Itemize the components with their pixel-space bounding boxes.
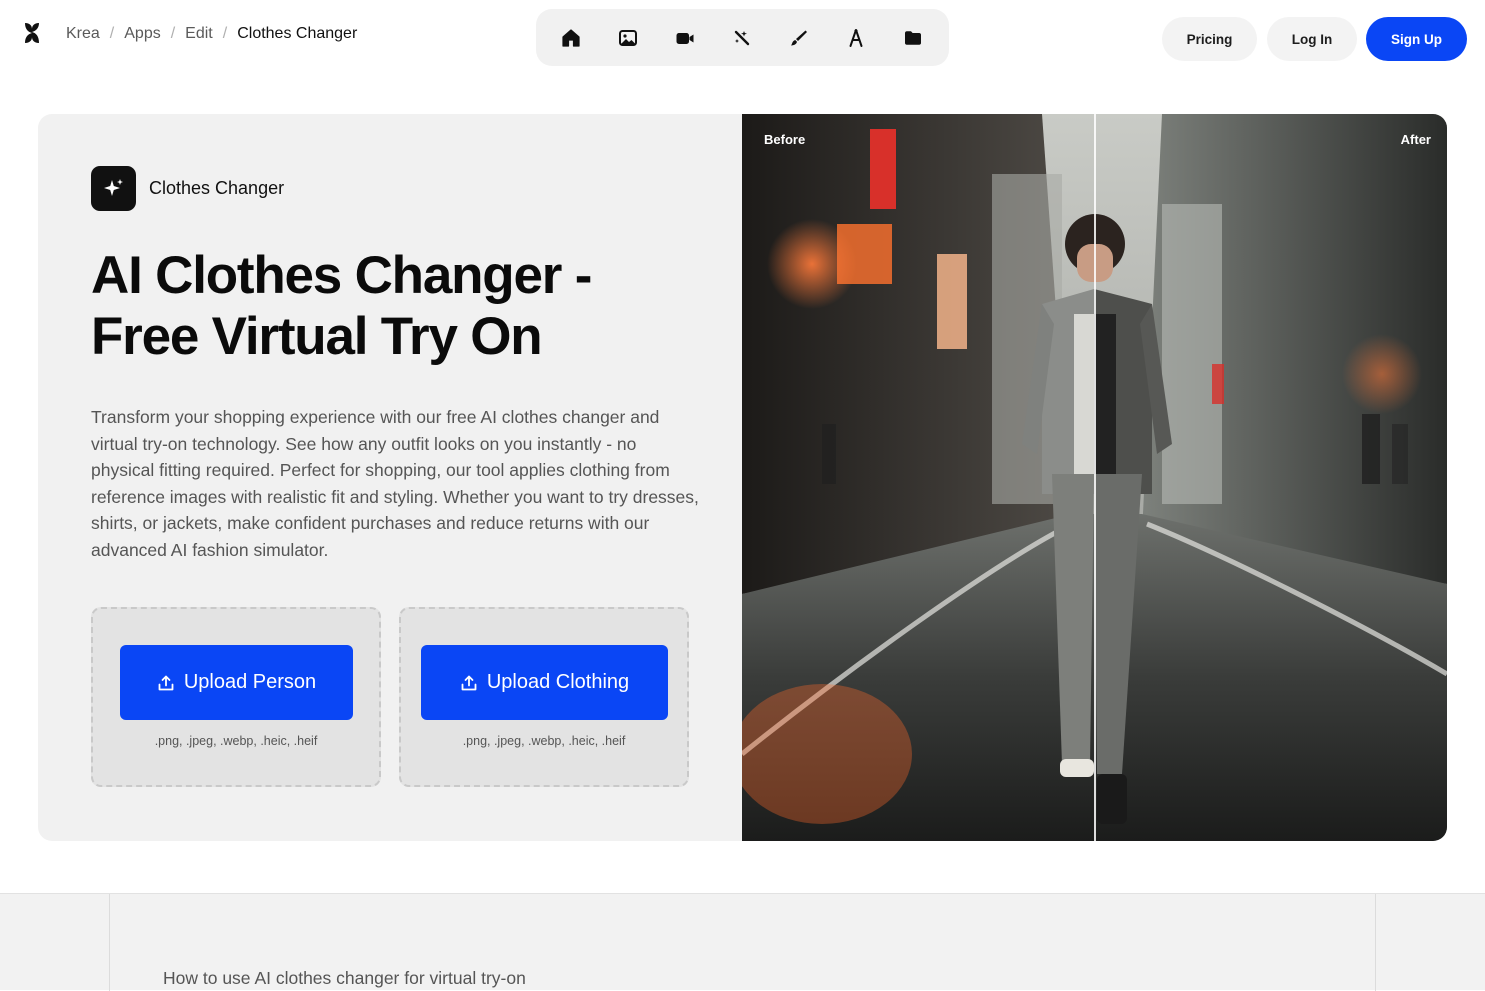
video-tool-button[interactable] [673, 26, 697, 50]
page-title-line-2: Free Virtual Try On [91, 307, 543, 366]
enhance-icon [734, 30, 750, 45]
top-navigation: Krea / Apps / Edit / Clothes Changer Pri… [0, 0, 1485, 80]
after-label: After [1400, 132, 1431, 147]
account-actions: Pricing Log In Sign Up [1162, 17, 1467, 61]
app-badge: Clothes Changer [91, 166, 284, 211]
breadcrumb: Krea / Apps / Edit / Clothes Changer [66, 22, 357, 46]
hero-description: Transform your shopping experience with … [91, 407, 699, 560]
upload-clothing-button[interactable]: Upload Clothing [421, 645, 668, 720]
section-rail-left [109, 894, 110, 991]
pricing-button[interactable]: Pricing [1162, 17, 1257, 61]
home-button[interactable] [559, 26, 583, 50]
folder-icon [905, 30, 921, 45]
comparison-slider-handle[interactable] [1094, 114, 1096, 841]
before-label: Before [764, 132, 806, 147]
upload-icon [461, 675, 477, 690]
person-dropzone[interactable]: Upload Person .png, .jpeg, .webp, .heic,… [91, 607, 381, 787]
clothing-dropzone[interactable]: Upload Clothing .png, .jpeg, .webp, .hei… [399, 607, 689, 787]
image-icon [619, 29, 637, 46]
enhance-tool-button[interactable] [730, 26, 754, 50]
tool-switcher [536, 9, 949, 66]
sparkle-icon [103, 178, 123, 196]
person-formats: .png, .jpeg, .webp, .heic, .heif [154, 734, 318, 748]
edit-brush-icon [791, 30, 807, 45]
upload-person-button[interactable]: Upload Person [120, 645, 353, 720]
hero-card: Clothes Changer AI Clothes Changer - Fre… [38, 114, 1447, 841]
app-icon [91, 166, 136, 211]
image-tool-button[interactable] [616, 26, 640, 50]
breadcrumb-apps[interactable]: Apps [124, 25, 160, 43]
breadcrumb-separator: / [170, 25, 176, 42]
train-tool-button[interactable] [844, 26, 868, 50]
page-title: AI Clothes Changer - Free Virtual Try On [91, 245, 691, 367]
breadcrumb-edit[interactable]: Edit [185, 25, 213, 43]
breadcrumb-separator: / [109, 25, 115, 42]
krea-logo-icon[interactable] [22, 22, 42, 46]
edit-tool-button[interactable] [787, 26, 811, 50]
app-name: Clothes Changer [149, 178, 285, 198]
video-icon [676, 32, 694, 44]
breadcrumb-separator: / [222, 25, 228, 42]
clothing-formats: .png, .jpeg, .webp, .heic, .heif [462, 734, 626, 748]
how-to-heading: How to use AI clothes changer for virtua… [163, 968, 526, 988]
breadcrumb-current: Clothes Changer [237, 25, 358, 42]
upload-icon [158, 675, 174, 690]
train-icon [849, 28, 863, 47]
breadcrumb-krea[interactable]: Krea [66, 25, 100, 43]
upload-person-label: Upload Person [183, 671, 317, 693]
before-after-comparison[interactable]: Before After [742, 114, 1447, 841]
assets-tool-button[interactable] [901, 26, 925, 50]
hero-content: Clothes Changer AI Clothes Changer - Fre… [38, 114, 742, 841]
page-title-line-1: AI Clothes Changer - [91, 246, 592, 305]
login-button[interactable]: Log In [1267, 17, 1357, 61]
section-rail-right [1375, 894, 1376, 991]
signup-button[interactable]: Sign Up [1366, 17, 1467, 61]
how-to-section: How to use AI clothes changer for virtua… [0, 893, 1485, 991]
home-icon [562, 28, 580, 47]
upload-clothing-label: Upload Clothing [486, 671, 630, 693]
